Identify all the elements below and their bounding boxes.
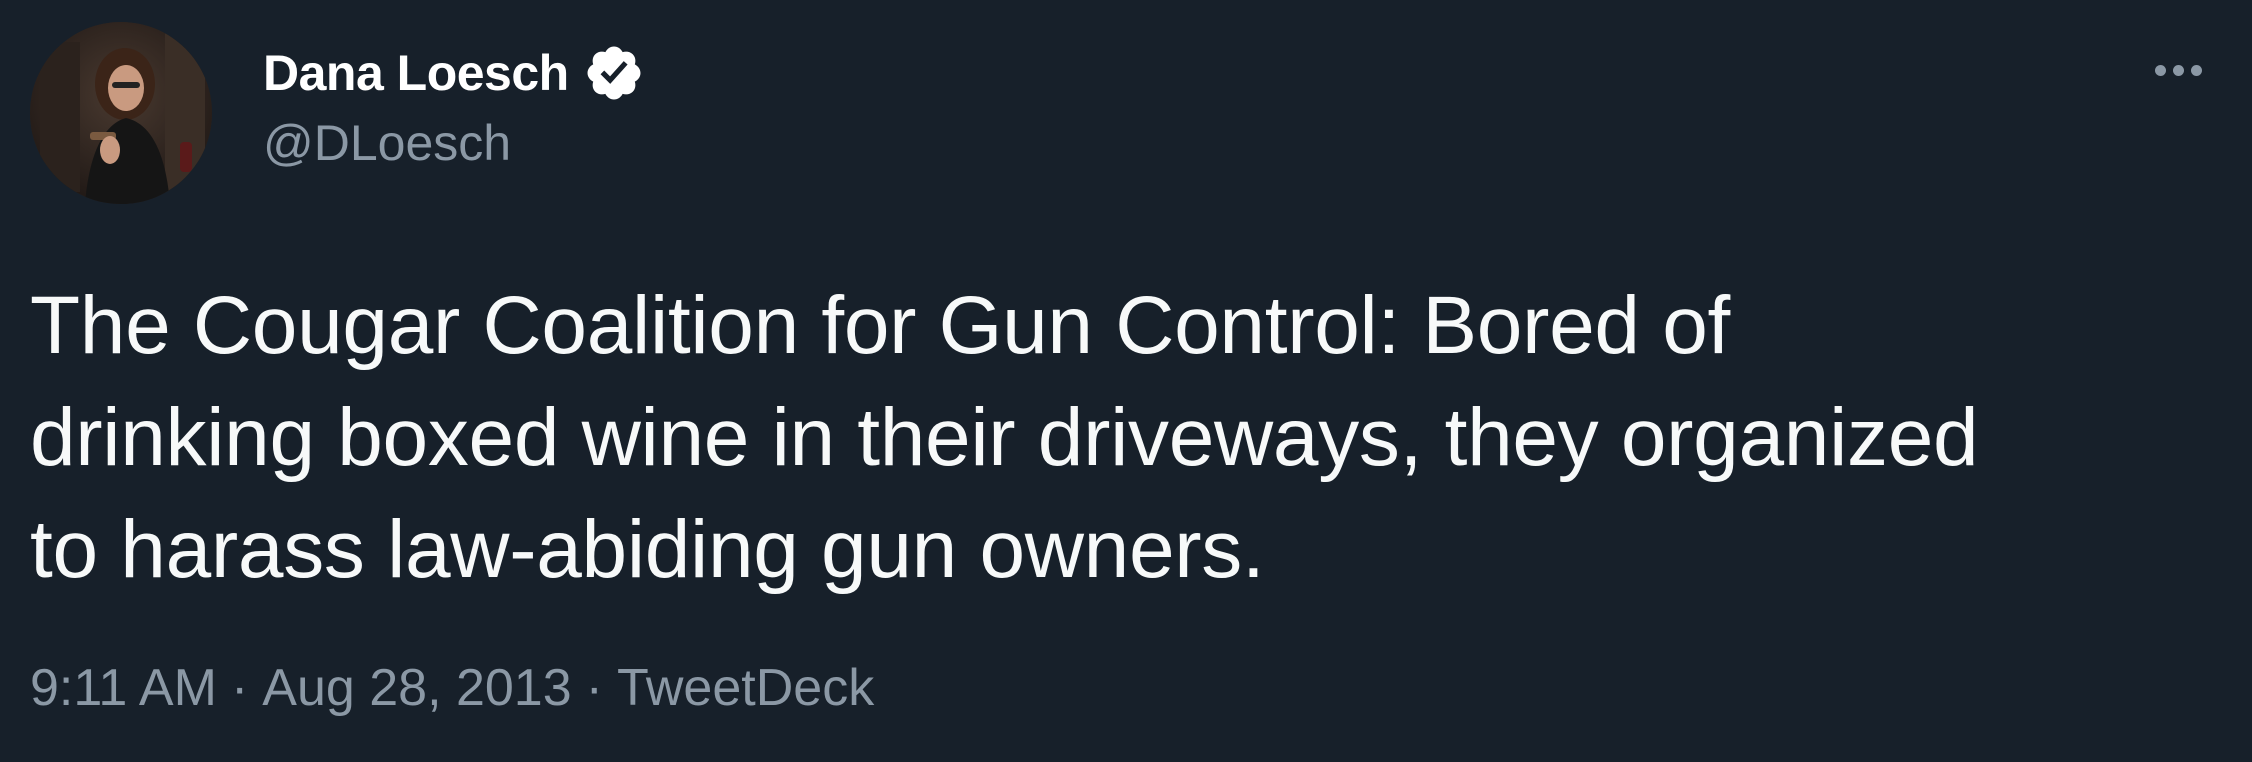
more-dot xyxy=(2190,64,2202,76)
tweet-card: Dana Loesch @DLoesch The Cougar Coalitio… xyxy=(0,0,2252,762)
verified-badge-icon xyxy=(587,46,641,100)
tweet-source[interactable]: TweetDeck xyxy=(617,659,874,717)
more-dot xyxy=(2154,64,2166,76)
avatar[interactable] xyxy=(30,22,212,204)
tweet-text-line: to harass law-abiding gun owners. xyxy=(30,504,1265,595)
user-handle[interactable]: @DLoesch xyxy=(263,118,511,168)
tweet-time[interactable]: 9:11 AM xyxy=(30,659,217,717)
avatar-image xyxy=(30,22,212,204)
tweet-text-line: The Cougar Coalition for Gun Control: Bo… xyxy=(30,280,1730,371)
tweet-text: The Cougar Coalition for Gun Control: Bo… xyxy=(30,270,2210,606)
tweet-metadata: 9:11 AM · Aug 28, 2013 · TweetDeck xyxy=(30,662,874,714)
meta-separator: · xyxy=(585,659,603,717)
author-name-row[interactable]: Dana Loesch xyxy=(263,38,645,108)
tweet-date[interactable]: Aug 28, 2013 xyxy=(262,659,571,717)
more-dot xyxy=(2172,64,2184,76)
display-name[interactable]: Dana Loesch xyxy=(263,48,569,98)
meta-separator: · xyxy=(230,659,249,717)
more-options-icon[interactable] xyxy=(2148,52,2208,88)
tweet-text-line: drinking boxed wine in their driveways, … xyxy=(30,392,1979,483)
